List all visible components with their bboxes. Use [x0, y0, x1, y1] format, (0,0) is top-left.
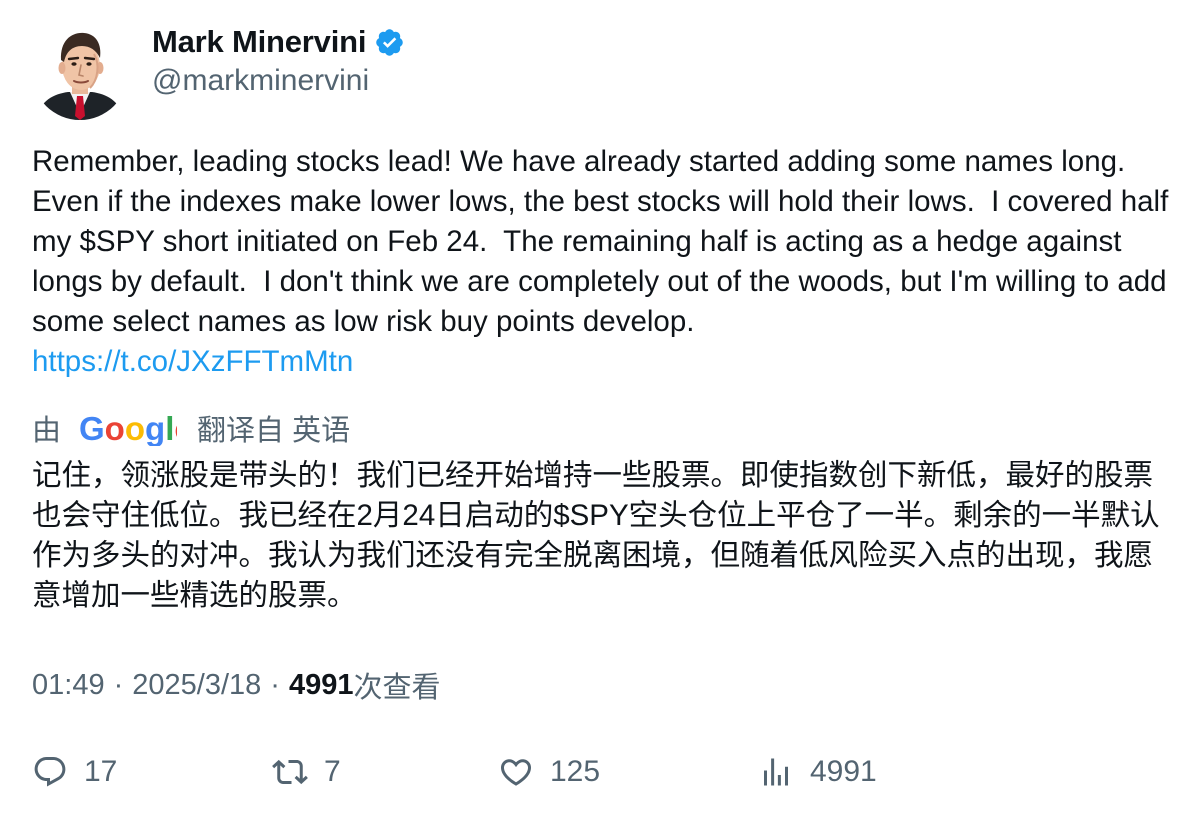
tweet-time[interactable]: 01:49 — [32, 669, 105, 702]
translation-attribution: 由 Google 翻译自 英语 — [32, 406, 350, 450]
reply-count: 17 — [84, 755, 118, 788]
tweet-link[interactable]: https://t.co/JXzFFTmMtn — [32, 342, 353, 382]
translated-text: 记住，领涨股是带头的！我们已经开始增持一些股票。即使指数创下新低，最好的股票也会… — [32, 459, 1160, 612]
translation-prefix: 由 — [32, 415, 62, 447]
tweet-meta: 01:49 · 2025/3/18 · 4991 次查看 — [32, 664, 440, 706]
author-display-name[interactable]: Mark Minervini — [152, 24, 366, 60]
author-name-row: Mark Minervini — [152, 24, 405, 60]
views-label: 次查看 — [353, 672, 441, 704]
translation-suffix[interactable]: 翻译自 英语 — [197, 407, 350, 449]
like-count: 125 — [550, 755, 601, 788]
views-button[interactable]: 4991 — [758, 752, 877, 792]
heart-icon — [500, 759, 532, 786]
repost-icon — [272, 759, 308, 785]
verified-badge-icon[interactable] — [374, 27, 405, 58]
meta-separator: · — [113, 668, 124, 701]
svg-text:Google: Google — [79, 410, 177, 446]
repost-button[interactable]: 7 — [272, 752, 341, 792]
views-chart-icon — [764, 758, 788, 786]
views-action-count: 4991 — [810, 755, 877, 788]
reply-button[interactable]: 17 — [32, 752, 117, 792]
meta-separator: · — [270, 668, 280, 701]
tweet-card: Mark Minervini @markminervini Remember, … — [0, 0, 1196, 818]
avatar-portrait-icon — [32, 24, 128, 120]
avatar[interactable] — [32, 24, 128, 120]
tweet-date[interactable]: 2025/3/18 — [132, 669, 261, 702]
repost-count: 7 — [324, 755, 341, 788]
tweet-text: Remember, leading stocks lead! We have a… — [32, 145, 1177, 338]
author-handle[interactable]: @markminervini — [152, 64, 369, 98]
google-logo-icon: Google — [79, 410, 177, 446]
reply-icon — [34, 757, 66, 787]
like-button[interactable]: 125 — [498, 752, 600, 792]
views-count: 4991 — [288, 668, 354, 701]
action-bar: 17 7 125 4991 — [32, 752, 1172, 792]
